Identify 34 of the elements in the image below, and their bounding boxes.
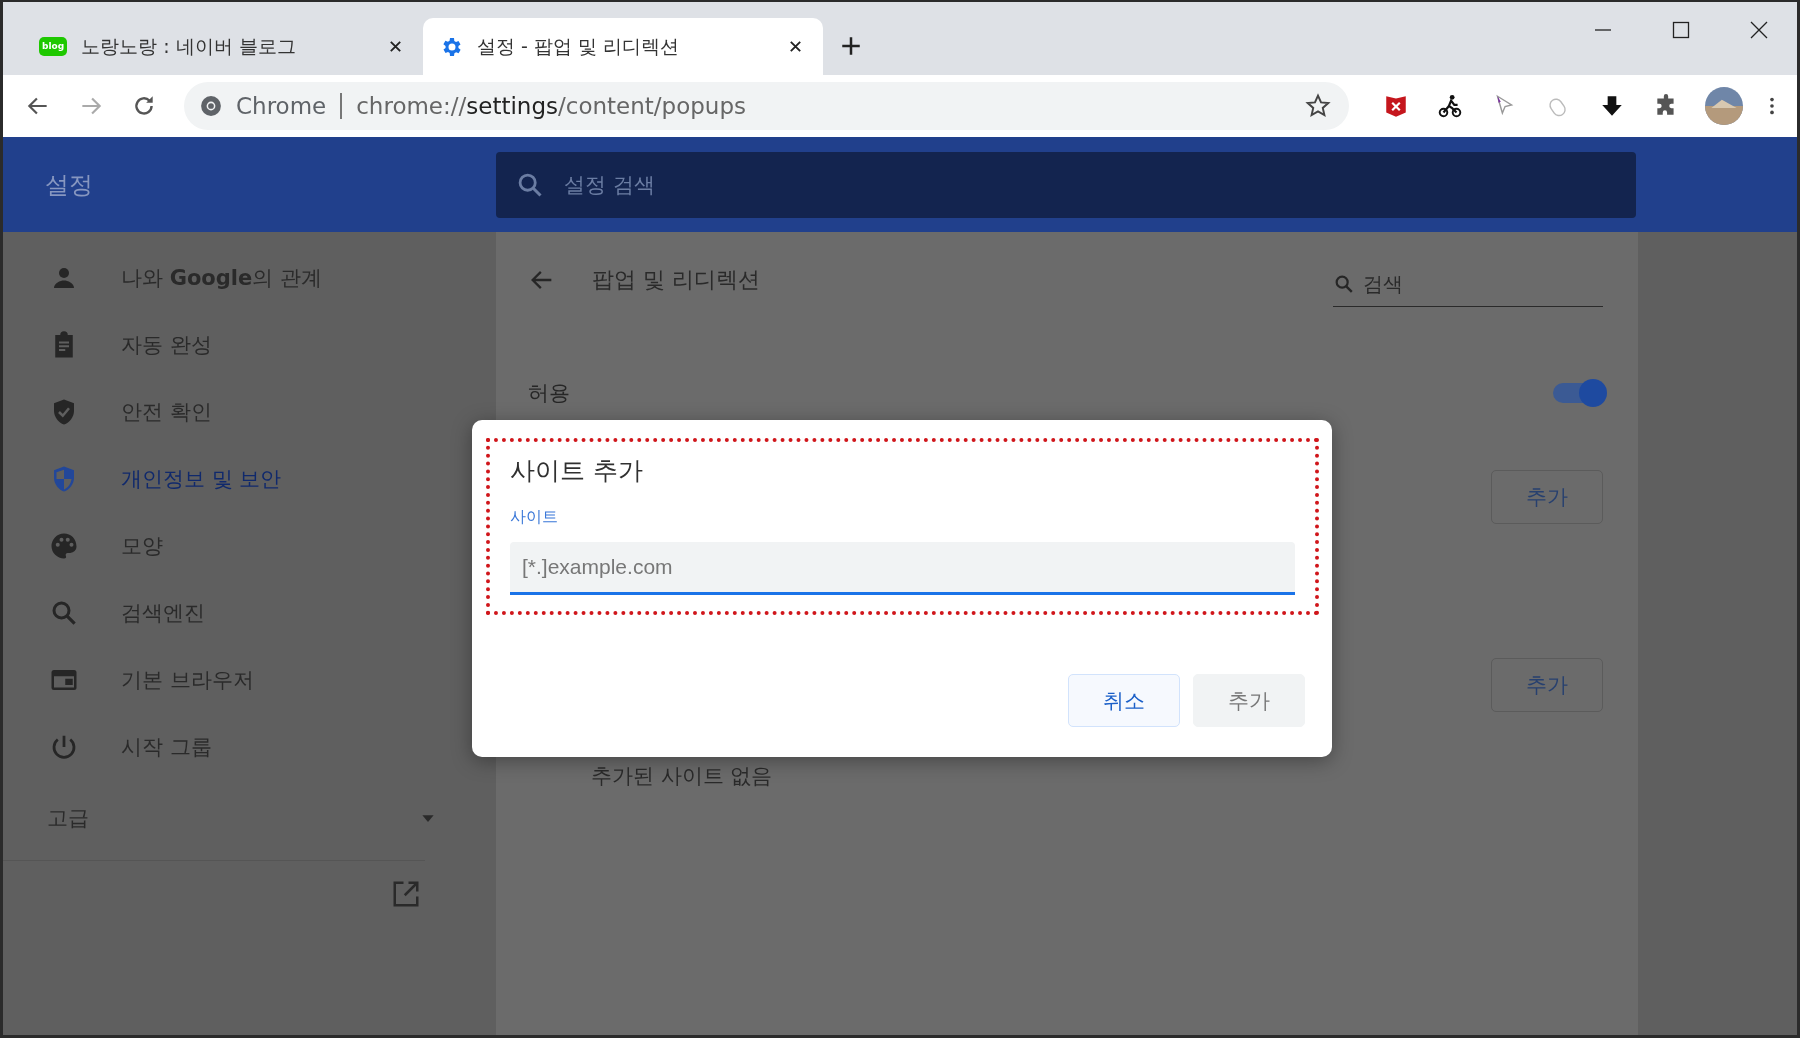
- shield-x-icon[interactable]: [1383, 93, 1409, 119]
- settings-title: 설정: [44, 169, 94, 201]
- avatar-icon[interactable]: [1705, 87, 1743, 125]
- url-text: chrome://settings/content/popups: [356, 93, 747, 119]
- search-bar[interactable]: 검색: [1333, 261, 1603, 307]
- cyclist-icon[interactable]: [1437, 93, 1463, 119]
- site-input-field[interactable]: [*.]example.com: [510, 542, 1295, 595]
- browser-tab[interactable]: 설정 - 팝업 및 리디렉션: [423, 18, 823, 75]
- cancel-button[interactable]: 취소: [1068, 674, 1180, 727]
- field-label: 사이트: [510, 507, 559, 528]
- dialog-title: 사이트 추가: [510, 455, 644, 487]
- add-button[interactable]: 추가: [1491, 470, 1603, 524]
- close-icon[interactable]: [788, 39, 803, 54]
- browser-tab[interactable]: blog 노랑노랑 : 네이버 블로그: [23, 18, 423, 75]
- close-icon[interactable]: [388, 39, 403, 54]
- add-button[interactable]: 추가: [1491, 658, 1603, 712]
- page-title: 팝업 및 리디렉션: [592, 266, 760, 294]
- search-bar[interactable]: 설정 검색: [496, 151, 1636, 218]
- blog-favicon-icon: blog: [39, 37, 68, 56]
- maximize-icon[interactable]: [1671, 20, 1691, 40]
- close-icon[interactable]: [1749, 20, 1769, 40]
- empty-message: 추가된 사이트 없음: [590, 763, 774, 790]
- allow-label: 허용: [528, 380, 570, 407]
- search-field[interactable]: 검색: [1363, 266, 1603, 301]
- plus-icon[interactable]: [841, 36, 861, 56]
- site-label: Chrome: [236, 93, 327, 119]
- address-bar[interactable]: Chrome chrome://settings/content/popups: [184, 82, 1349, 130]
- sidebar-item[interactable]: 개인정보 및 보안: [3, 445, 493, 512]
- star-icon[interactable]: [1305, 93, 1331, 119]
- settings-search-field[interactable]: 설정 검색: [564, 164, 1636, 205]
- tab-title: 설정 - 팝업 및 리디렉션: [477, 33, 680, 59]
- caret-icon: [421, 813, 435, 823]
- tab-title: 노랑노랑 : 네이버 블로그: [81, 33, 297, 59]
- menu-icon[interactable]: [1769, 95, 1775, 117]
